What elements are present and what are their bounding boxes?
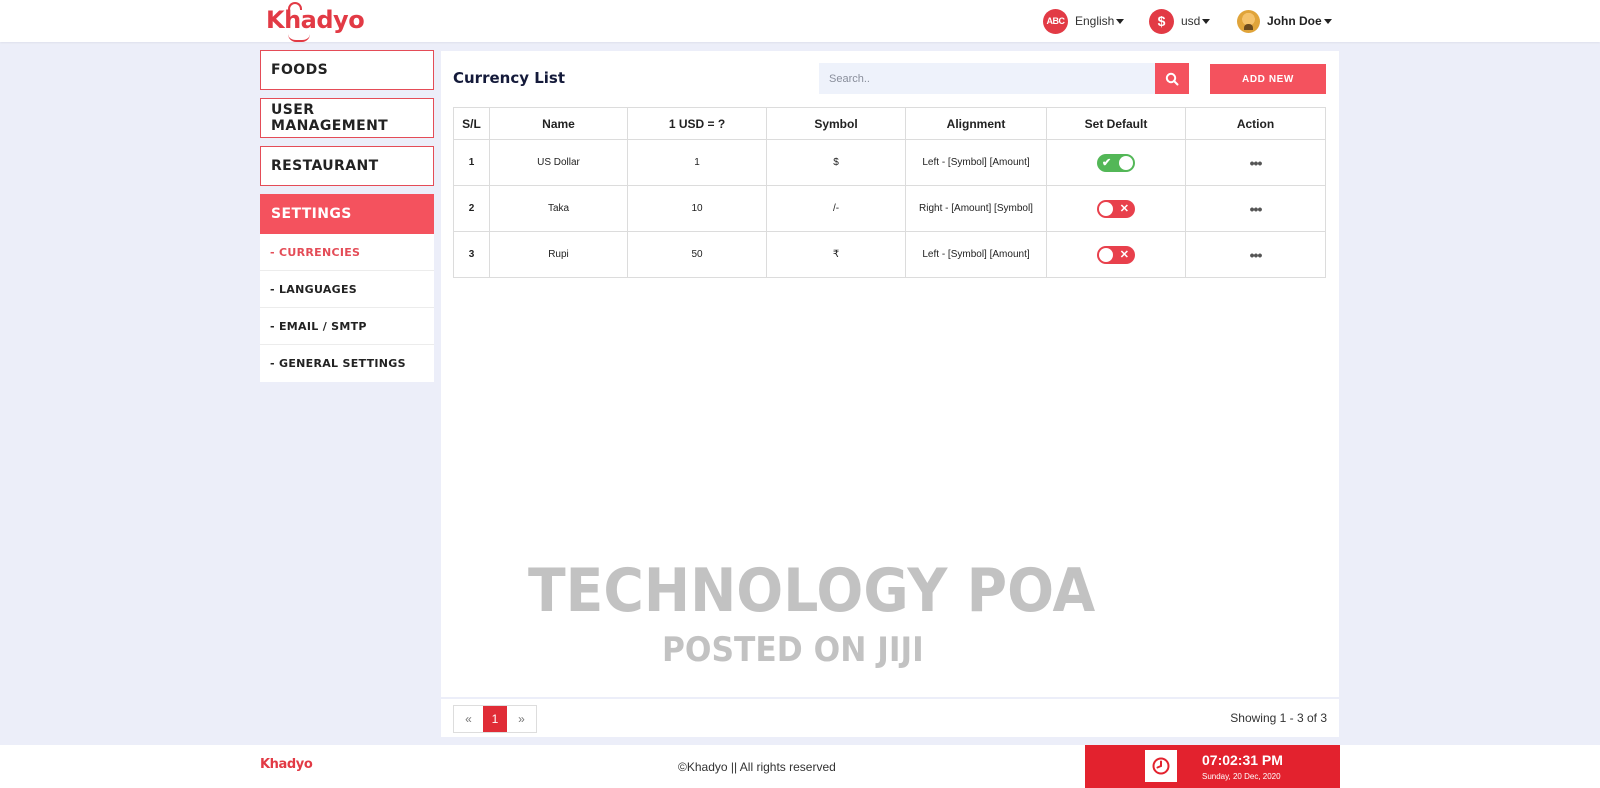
search-input[interactable] [819,63,1155,94]
avatar [1237,9,1260,33]
khadyo-logo[interactable]: Khadyo [266,2,365,42]
caret-down-icon [1116,19,1125,24]
clock-icon-box [1145,750,1177,782]
table-row: 1 US Dollar 1 $ Left - [Symbol] [Amount]… [453,139,1326,186]
cell-sl: 1 [453,139,490,186]
language-dropdown[interactable]: ABC English [1043,8,1125,34]
table-row: 3 Rupi 50 ₹ Left - [Symbol] [Amount] ✕ •… [453,231,1326,278]
column-header-alignment: Alignment [905,107,1047,140]
submenu-item-languages[interactable]: - LANGUAGES [260,271,434,308]
cell-name: Taka [489,185,628,232]
caret-down-icon [1202,19,1211,24]
cell-alignment: Right - [Amount] [Symbol] [905,185,1047,232]
watermark-line-2: POSTED ON JIJI [662,630,924,670]
table-row: 2 Taka 10 /- Right - [Amount] [Symbol] ✕… [453,185,1326,232]
clock-widget: 07:02:31 PM Sunday, 20 Dec, 2020 [1085,745,1340,788]
search-bar [819,63,1189,94]
cell-symbol: ₹ [766,231,906,278]
column-header-symbol: Symbol [766,107,906,140]
top-bar: Khadyo ABC English $ usd John Doe [0,0,1600,42]
sidebar-item-user-management[interactable]: USER MANAGEMENT [260,98,434,138]
cell-name: Rupi [489,231,628,278]
table-header-row: S/L Name 1 USD = ? Symbol Alignment Set … [453,107,1326,140]
footer: Khadyo ©Khadyo || All rights reserved 07… [0,745,1600,788]
toggle-knob [1099,247,1113,262]
page-button-current[interactable]: 1 [483,706,507,732]
column-header-action: Action [1185,107,1326,140]
settings-submenu: - CURRENCIES - LANGUAGES - EMAIL / SMTP … [260,234,434,382]
language-icon: ABC [1043,8,1068,34]
cell-rate: 10 [627,185,767,232]
caret-down-icon [1323,19,1332,24]
currency-dropdown[interactable]: $ usd [1149,8,1211,34]
cell-action: ••• [1185,139,1326,186]
cell-rate: 1 [627,139,767,186]
cell-name: US Dollar [489,139,628,186]
cell-sl: 3 [453,231,490,278]
more-options-icon[interactable]: ••• [1250,247,1263,263]
logo-text: Khadyo [266,6,365,34]
toggle-knob [1099,201,1113,216]
search-icon [1165,72,1179,85]
cell-action: ••• [1185,231,1326,278]
watermark-line-1: TECHNOLOGY POA [528,556,1096,626]
pagination-bar: « 1 » Showing 1 - 3 of 3 [441,699,1339,737]
sidebar-item-foods[interactable]: FOODS [260,50,434,90]
cell-alignment: Left - [Symbol] [Amount] [905,139,1047,186]
sidebar-item-restaurant[interactable]: RESTAURANT [260,146,434,186]
more-options-icon[interactable]: ••• [1250,155,1263,171]
cell-symbol: $ [766,139,906,186]
clock-time: 07:02:31 PM [1202,752,1283,768]
column-header-rate: 1 USD = ? [627,107,767,140]
prev-page-button[interactable]: « [454,706,483,732]
clock-icon [1152,757,1170,775]
copyright-text: ©Khadyo || All rights reserved [678,760,836,774]
cell-rate: 50 [627,231,767,278]
column-header-name: Name [489,107,628,140]
default-toggle[interactable]: ✔ [1097,153,1135,172]
currency-label: usd [1181,14,1201,28]
cell-set-default: ✕ [1046,231,1186,278]
cell-alignment: Left - [Symbol] [Amount] [905,231,1047,278]
chef-hat-icon [288,2,302,10]
column-header-set-default: Set Default [1046,107,1186,140]
cell-symbol: /- [766,185,906,232]
check-icon: ✔ [1102,156,1112,169]
submenu-item-currencies[interactable]: - CURRENCIES [260,234,434,271]
cell-sl: 2 [453,185,490,232]
dollar-icon: $ [1149,8,1174,34]
user-name: John Doe [1267,14,1322,28]
clock-date: Sunday, 20 Dec, 2020 [1202,772,1281,781]
page-title: Currency List [453,69,566,87]
cell-set-default: ✕ [1046,185,1186,232]
submenu-item-general-settings[interactable]: - GENERAL SETTINGS [260,345,434,382]
more-options-icon[interactable]: ••• [1250,201,1263,217]
showing-count: Showing 1 - 3 of 3 [1230,711,1327,725]
footer-logo[interactable]: Khadyo [260,757,313,772]
default-toggle[interactable]: ✕ [1097,199,1135,218]
search-button[interactable] [1154,63,1189,94]
x-icon: ✕ [1119,202,1129,215]
currency-table: S/L Name 1 USD = ? Symbol Alignment Set … [453,107,1326,278]
pagination: « 1 » [453,705,537,733]
user-dropdown[interactable]: John Doe [1237,9,1332,33]
add-new-button[interactable]: ADD NEW [1210,64,1326,94]
column-header-sl: S/L [453,107,490,140]
toggle-knob [1119,155,1133,170]
default-toggle[interactable]: ✕ [1097,245,1135,264]
cell-set-default: ✔ [1046,139,1186,186]
language-label: English [1075,14,1115,28]
submenu-item-email-smtp[interactable]: - EMAIL / SMTP [260,308,434,345]
logo-smile-icon [288,34,310,42]
next-page-button[interactable]: » [507,706,536,732]
cell-action: ••• [1185,185,1326,232]
sidebar-item-settings[interactable]: SETTINGS [260,194,434,234]
x-icon: ✕ [1119,248,1129,261]
